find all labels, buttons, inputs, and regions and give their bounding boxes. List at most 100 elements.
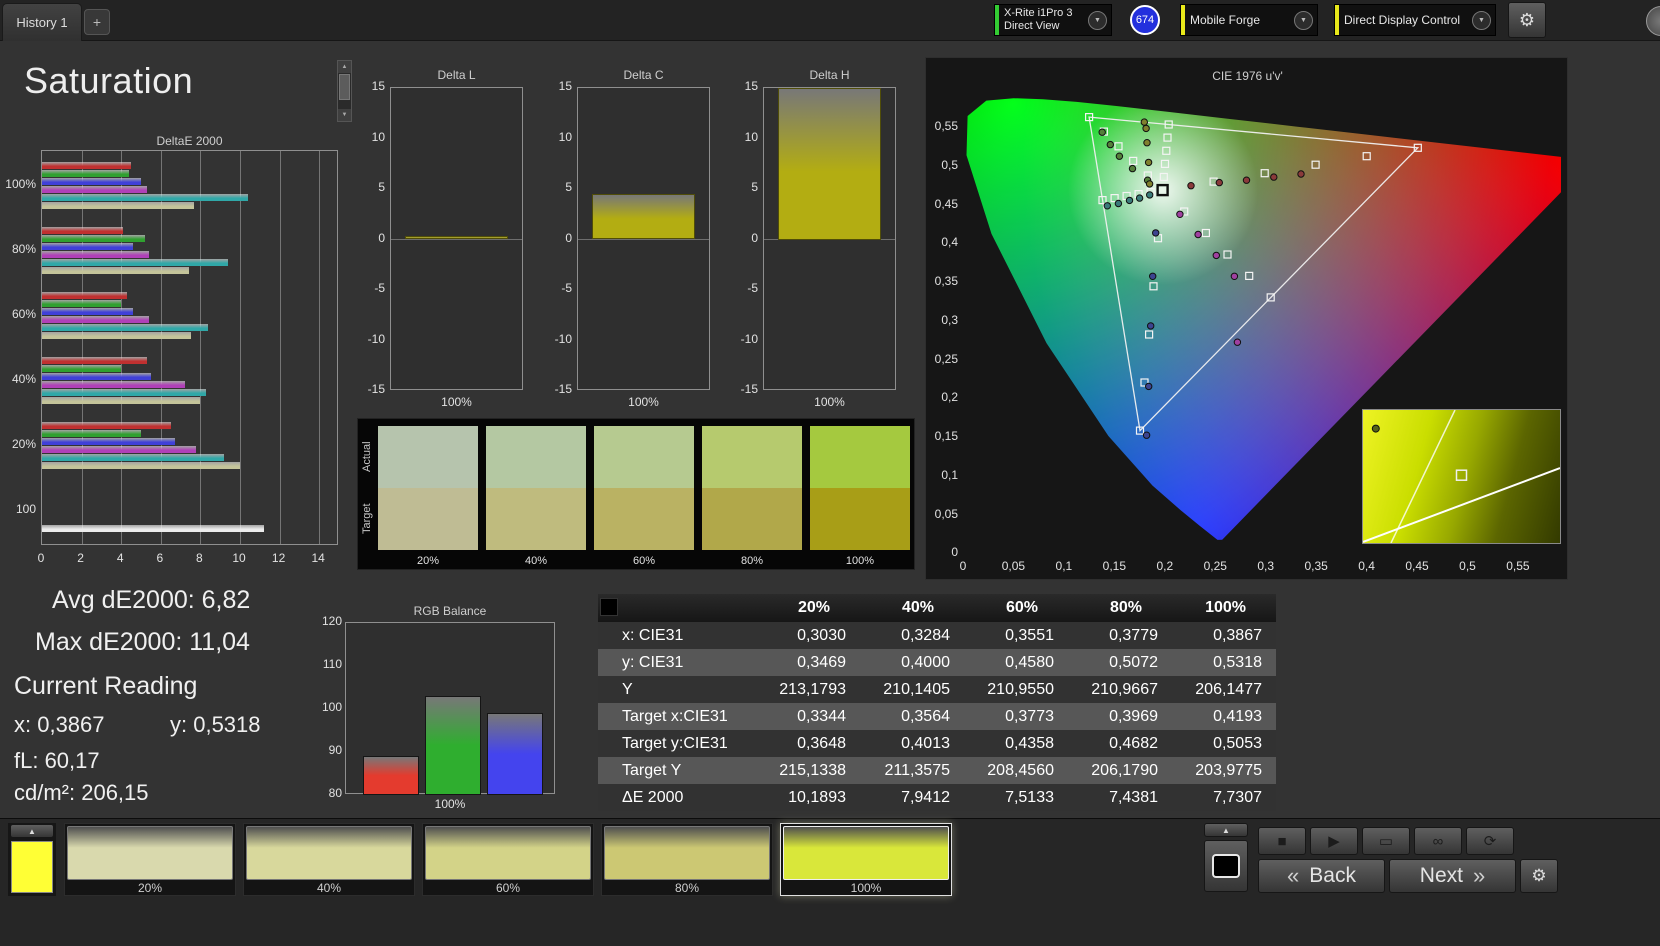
meter-display[interactable]: Direct Display Control ▼	[1334, 4, 1496, 36]
patch-color	[67, 826, 233, 880]
y-tick-label: 0	[378, 230, 385, 245]
current-patch-widget: ▲	[8, 823, 56, 896]
play-button[interactable]: ▶	[1310, 827, 1358, 855]
table-row: Target y:CIE31 0,3648 0,4013 0,4358 0,4682 0,…	[598, 730, 1276, 757]
inset-target-marker	[1455, 469, 1468, 481]
table-cell: 208,4560	[987, 761, 1054, 779]
column-header: 40%	[901, 599, 934, 616]
x-axis-label: 100%	[814, 395, 845, 409]
deltae-bar	[42, 389, 207, 396]
deltae-bar	[42, 430, 141, 437]
deltae-bar	[42, 259, 229, 266]
current-y: y: 0,5318	[170, 712, 261, 737]
bottom-gear-button[interactable]: ⚙	[1520, 859, 1558, 893]
gridline	[319, 151, 321, 544]
measured-marker-red	[1187, 182, 1195, 190]
swatch-column-label: 40%	[524, 555, 548, 567]
gridline	[279, 151, 281, 544]
measured-marker-blue	[1152, 229, 1160, 237]
deltae-bar	[42, 162, 132, 169]
delta_c-bar	[592, 194, 695, 240]
patch-cell-20%[interactable]: 20%	[64, 823, 236, 896]
y-tick-label: -5	[374, 281, 385, 295]
history-scrollbar[interactable]: ▲ ▼	[337, 60, 352, 122]
y-tick-label: 90	[328, 743, 342, 757]
delta_c-plot	[577, 87, 710, 390]
measured-marker-cyan	[1103, 202, 1112, 210]
y-tick-label: 15	[558, 79, 572, 93]
scroll-thumb[interactable]	[339, 74, 350, 100]
cie-y-tick: 0,5	[941, 157, 958, 172]
controls-up-button[interactable]: ▲	[1204, 823, 1248, 837]
patch-cell-100%[interactable]: 100%	[780, 823, 952, 896]
current-color-swatch	[11, 841, 53, 893]
actual-swatch	[810, 426, 910, 488]
add-tab-button[interactable]: +	[84, 9, 110, 35]
patch-color	[246, 826, 412, 880]
measured-marker-yellow	[1143, 139, 1151, 147]
measured-marker-yellow	[1145, 180, 1154, 188]
patch-cell-80%[interactable]: 80%	[601, 823, 773, 896]
target-swatch	[378, 488, 478, 550]
settings-gear-button[interactable]: ⚙	[1508, 2, 1546, 38]
tab-history-1[interactable]: History 1	[2, 3, 82, 41]
deltae-bar	[42, 186, 147, 193]
patch-list-up-button[interactable]: ▲	[10, 824, 54, 838]
y-tick-label: 5	[378, 180, 385, 194]
deltae-bar	[42, 446, 197, 453]
cie-y-tick: 0,35	[934, 274, 958, 288]
cie-y-tick: 0,25	[934, 351, 958, 366]
loop-button[interactable]: ∞	[1414, 827, 1462, 855]
measured-marker-green	[1098, 128, 1106, 136]
x-tick-label: 12	[271, 551, 286, 565]
x-tick-label: 6	[156, 551, 164, 565]
meter-source[interactable]: Mobile Forge ▼	[1180, 4, 1318, 36]
patch-cell-60%[interactable]: 60%	[422, 823, 594, 896]
swatch-column-label: 20%	[416, 555, 440, 567]
table-cell: 10,1893	[788, 788, 846, 806]
meter-accent-stripe	[1335, 5, 1339, 35]
chevron-down-icon[interactable]: ▼	[1472, 10, 1491, 30]
measured-marker-red	[1270, 173, 1278, 181]
back-button[interactable]: « Back	[1258, 859, 1385, 893]
deltae-bar	[42, 292, 128, 299]
table-cell: 0,3648	[797, 734, 846, 752]
patch-cell-40%[interactable]: 40%	[243, 823, 415, 896]
chevron-down-icon[interactable]: ▼	[1294, 10, 1313, 30]
rgb-bar-green	[425, 696, 481, 795]
cie-panel: CIE 1976 u'v' 0,55 0,5 0,45 0,4 0,35 0,3 0,25 0…	[925, 57, 1568, 580]
deltae-bar	[42, 227, 124, 234]
next-button[interactable]: Next »	[1389, 859, 1516, 893]
pattern-window-button[interactable]: ▭	[1362, 827, 1410, 855]
deltae-bar	[42, 397, 201, 404]
partial-circle-button[interactable]	[1646, 6, 1660, 36]
measured-marker-green	[1115, 152, 1124, 160]
stop-button[interactable]: ■	[1258, 827, 1306, 855]
measured-marker-blue	[1149, 272, 1157, 281]
patch-label: 100%	[850, 881, 882, 895]
target-swatch	[702, 488, 802, 550]
swatch-column-label: 80%	[740, 555, 764, 567]
refresh-button[interactable]: ⟳	[1466, 827, 1514, 855]
measured-marker-red	[1297, 170, 1305, 178]
x-tick-label: 0	[37, 551, 45, 565]
chevron-down-icon[interactable]: ▼	[1088, 10, 1107, 30]
pattern-display-button[interactable]	[1204, 840, 1248, 892]
deltae-bar	[42, 332, 191, 339]
chart-title: Delta H	[809, 68, 850, 82]
table-corner-square	[600, 598, 618, 616]
swatch-column-label: 60%	[632, 555, 656, 567]
table-cell: 7,7307	[1213, 788, 1262, 806]
scroll-down-button[interactable]: ▼	[338, 109, 351, 121]
scroll-up-button[interactable]: ▲	[338, 61, 351, 73]
chart-title: DeltaE 2000	[156, 134, 223, 148]
y-tick-label: 15	[744, 79, 758, 93]
actual-swatch	[702, 426, 802, 488]
max-de2000: Max dE2000: 11,04	[35, 628, 250, 656]
cie-y-tick: 0,55	[934, 119, 958, 133]
meter-device[interactable]: X-Rite i1Pro 3 Direct View ▼	[994, 4, 1112, 36]
swatch-panel: Actual Target 20% 40% 60% 80% 100%	[357, 418, 915, 570]
table-cell: 215,1338	[779, 761, 846, 779]
measured-marker-cyan	[1135, 194, 1144, 202]
table-cell: 0,5318	[1213, 653, 1262, 671]
